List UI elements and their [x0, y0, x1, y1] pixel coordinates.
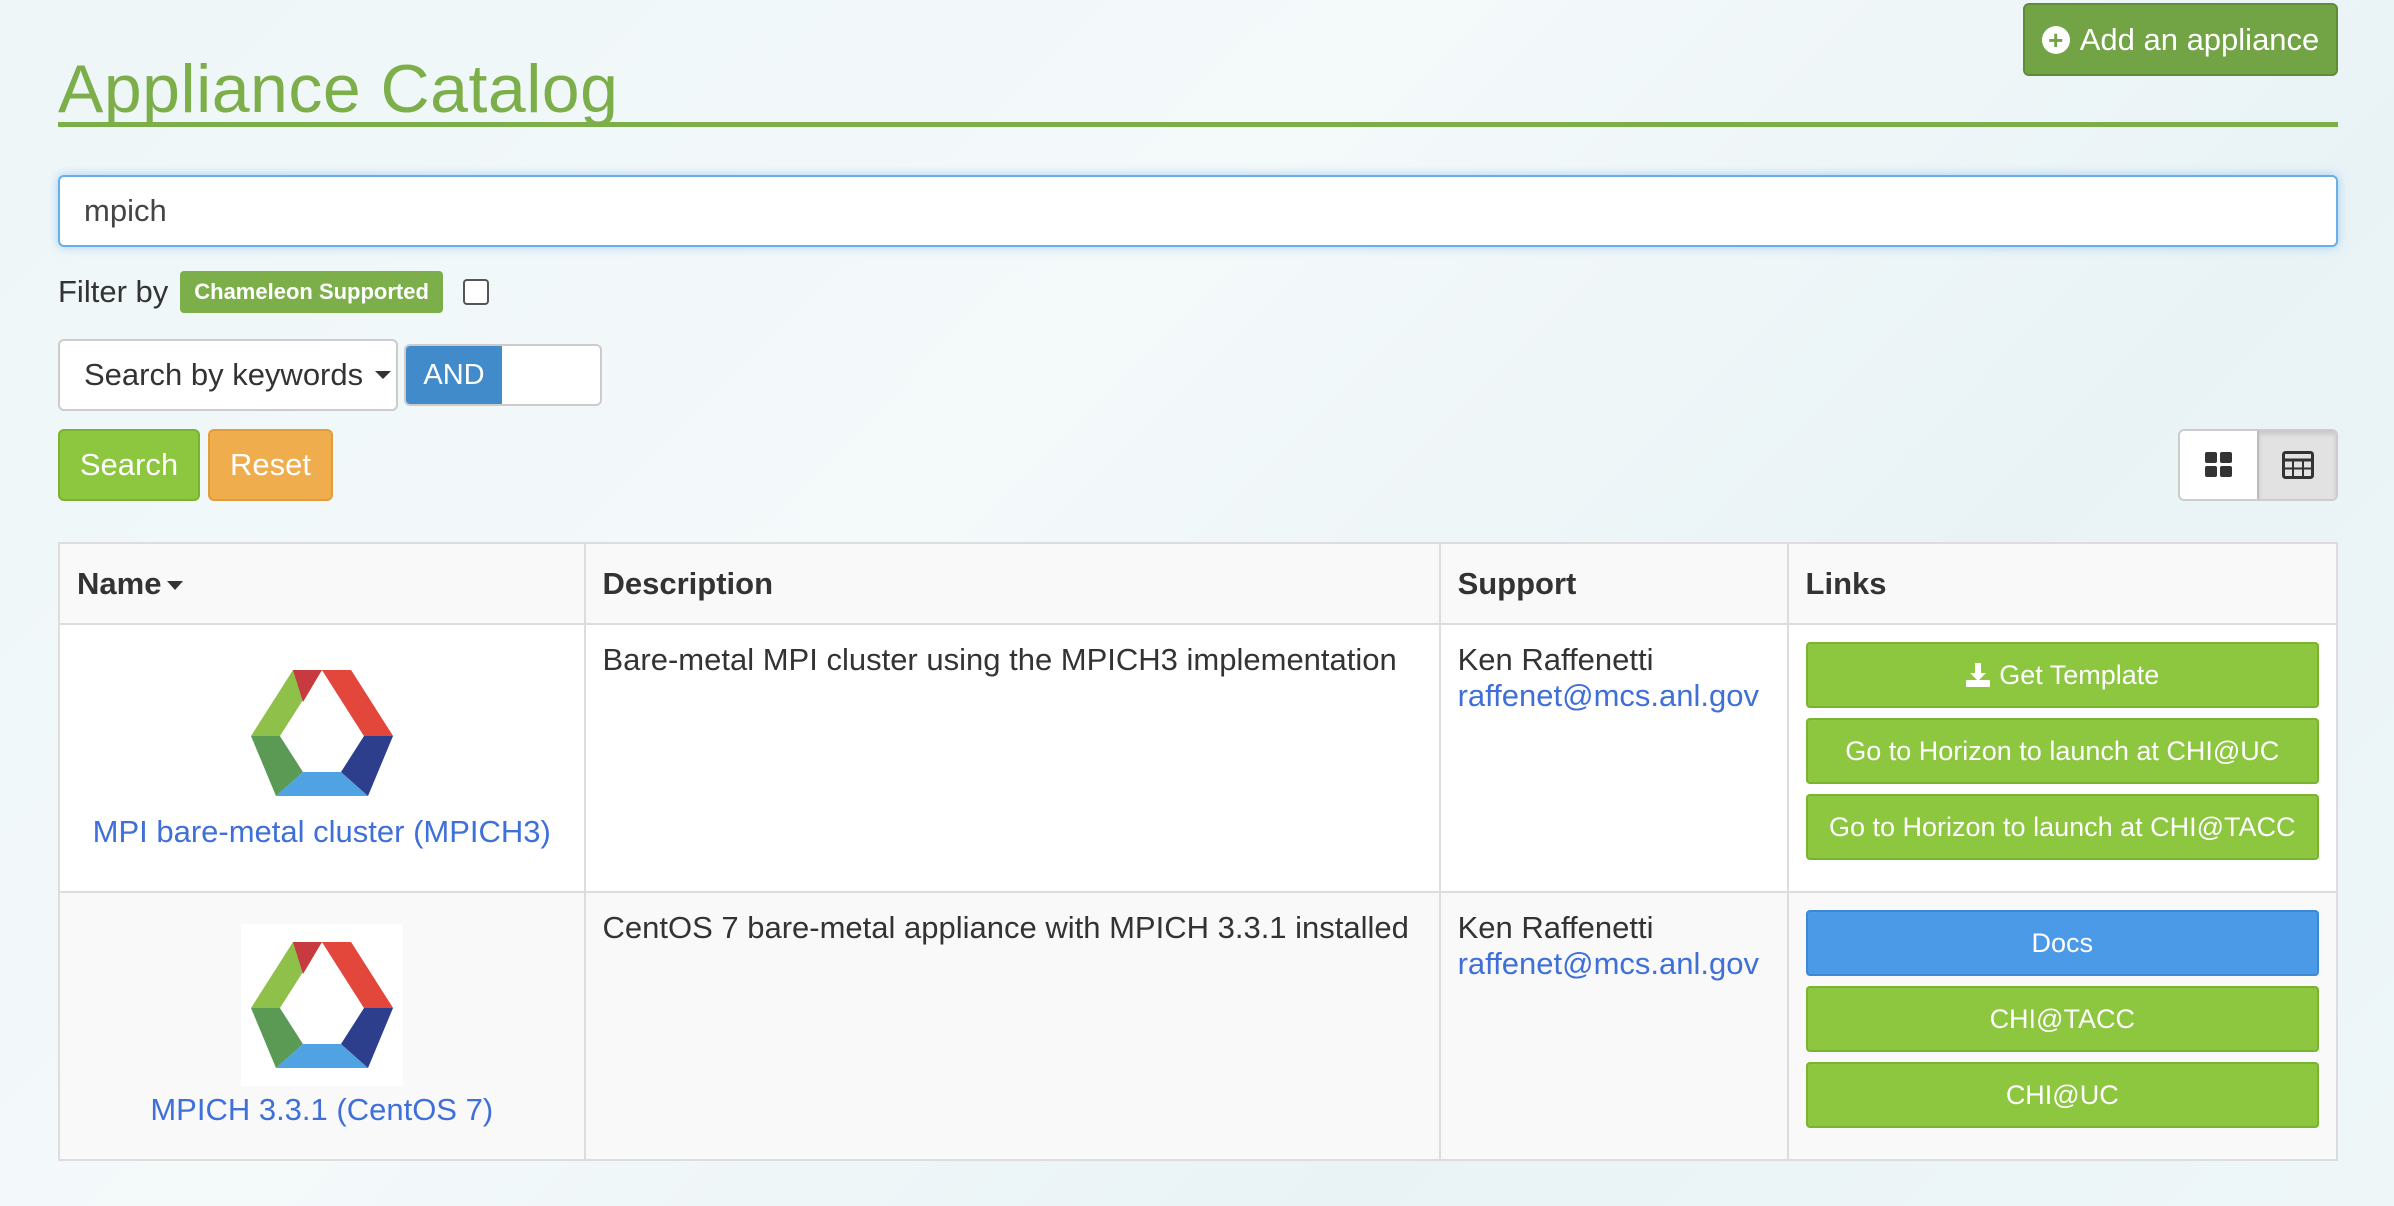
and-toggle-label: AND [406, 346, 502, 404]
appliance-name-link[interactable]: MPI bare-metal cluster (MPICH3) [93, 814, 551, 849]
column-header-links: Links [1786, 542, 2339, 625]
support-email-link[interactable]: raffenet@mcs.anl.gov [1458, 946, 1759, 981]
download-icon [1966, 663, 1991, 687]
chameleon-supported-badge: Chameleon Supported [180, 271, 443, 313]
description-cell: CentOS 7 bare-metal appliance with MPICH… [583, 891, 1441, 1161]
name-cell: MPI bare-metal cluster (MPICH3) [58, 623, 586, 893]
get-template-button[interactable]: Get Template [1805, 642, 2319, 708]
action-buttons: Search Reset [58, 429, 333, 501]
chi-uc-button[interactable]: CHI@UC [1805, 1062, 2319, 1128]
grid-icon [2204, 452, 2232, 477]
search-by-keywords-label: Search by keywords [84, 357, 364, 392]
search-button[interactable]: Search [58, 429, 200, 501]
chi-tacc-button[interactable]: CHI@TACC [1805, 986, 2319, 1052]
view-toggle [2178, 429, 2338, 501]
appliance-logo-icon[interactable] [247, 666, 397, 800]
page: + Add an appliance Appliance Catalog Fil… [58, 0, 2339, 1206]
reset-button[interactable]: Reset [208, 429, 333, 501]
search-input[interactable] [58, 175, 2338, 247]
column-header-name[interactable]: Name [58, 542, 586, 625]
support-cell: Ken Raffenetti raffenet@mcs.anl.gov [1438, 623, 1789, 893]
column-header-description: Description [583, 542, 1441, 625]
support-name: Ken Raffenetti [1457, 642, 1654, 677]
keyword-controls: Search by keywords AND [58, 339, 602, 411]
grid-view-button[interactable] [2180, 431, 2257, 499]
page-title: Appliance Catalog [58, 51, 619, 127]
appliance-logo[interactable] [240, 924, 403, 1086]
launch-chi-tacc-button[interactable]: Go to Horizon to launch at CHI@TACC [1805, 794, 2319, 860]
support-email-link[interactable]: raffenet@mcs.anl.gov [1458, 678, 1759, 713]
name-cell: MPICH 3.3.1 (CentOS 7) [58, 891, 586, 1161]
docs-button[interactable]: Docs [1805, 910, 2319, 976]
chameleon-supported-checkbox[interactable] [462, 279, 489, 305]
filter-row: Filter by Chameleon Supported [58, 270, 489, 314]
add-appliance-label: Add an appliance [2079, 21, 2320, 57]
column-header-support: Support [1438, 542, 1789, 625]
support-cell: Ken Raffenetti raffenet@mcs.anl.gov [1438, 891, 1789, 1161]
launch-chi-uc-button[interactable]: Go to Horizon to launch at CHI@UC [1805, 718, 2319, 784]
sort-caret-icon [167, 580, 184, 590]
description-cell: Bare-metal MPI cluster using the MPICH3 … [583, 623, 1441, 893]
links-cell: Get Template Go to Horizon to launch at … [1786, 623, 2339, 893]
plus-circle-icon: + [2041, 25, 2070, 54]
search-by-keywords-dropdown[interactable]: Search by keywords [58, 339, 398, 411]
support-name: Ken Raffenetti [1457, 910, 1654, 945]
get-template-label: Get Template [1999, 659, 2160, 690]
table-row: MPICH 3.3.1 (CentOS 7) CentOS 7 bare-met… [58, 891, 2339, 1161]
table-header-row: Name Description Support Links [58, 542, 2339, 625]
appliance-table: Name Description Support Links MPI bare-… [58, 542, 2339, 1161]
filter-label: Filter by [58, 274, 169, 309]
table-icon [2281, 451, 2314, 479]
appliance-name-link[interactable]: MPICH 3.3.1 (CentOS 7) [150, 1092, 493, 1127]
table-row: MPI bare-metal cluster (MPICH3) Bare-met… [58, 623, 2339, 893]
appliance-logo-icon [250, 942, 393, 1068]
add-appliance-button[interactable]: + Add an appliance [2023, 3, 2338, 76]
title-divider [58, 122, 2338, 127]
table-view-button[interactable] [2257, 431, 2336, 499]
links-cell: Docs CHI@TACC CHI@UC [1786, 891, 2339, 1161]
caret-down-icon [375, 371, 392, 379]
and-toggle[interactable]: AND [404, 344, 602, 406]
